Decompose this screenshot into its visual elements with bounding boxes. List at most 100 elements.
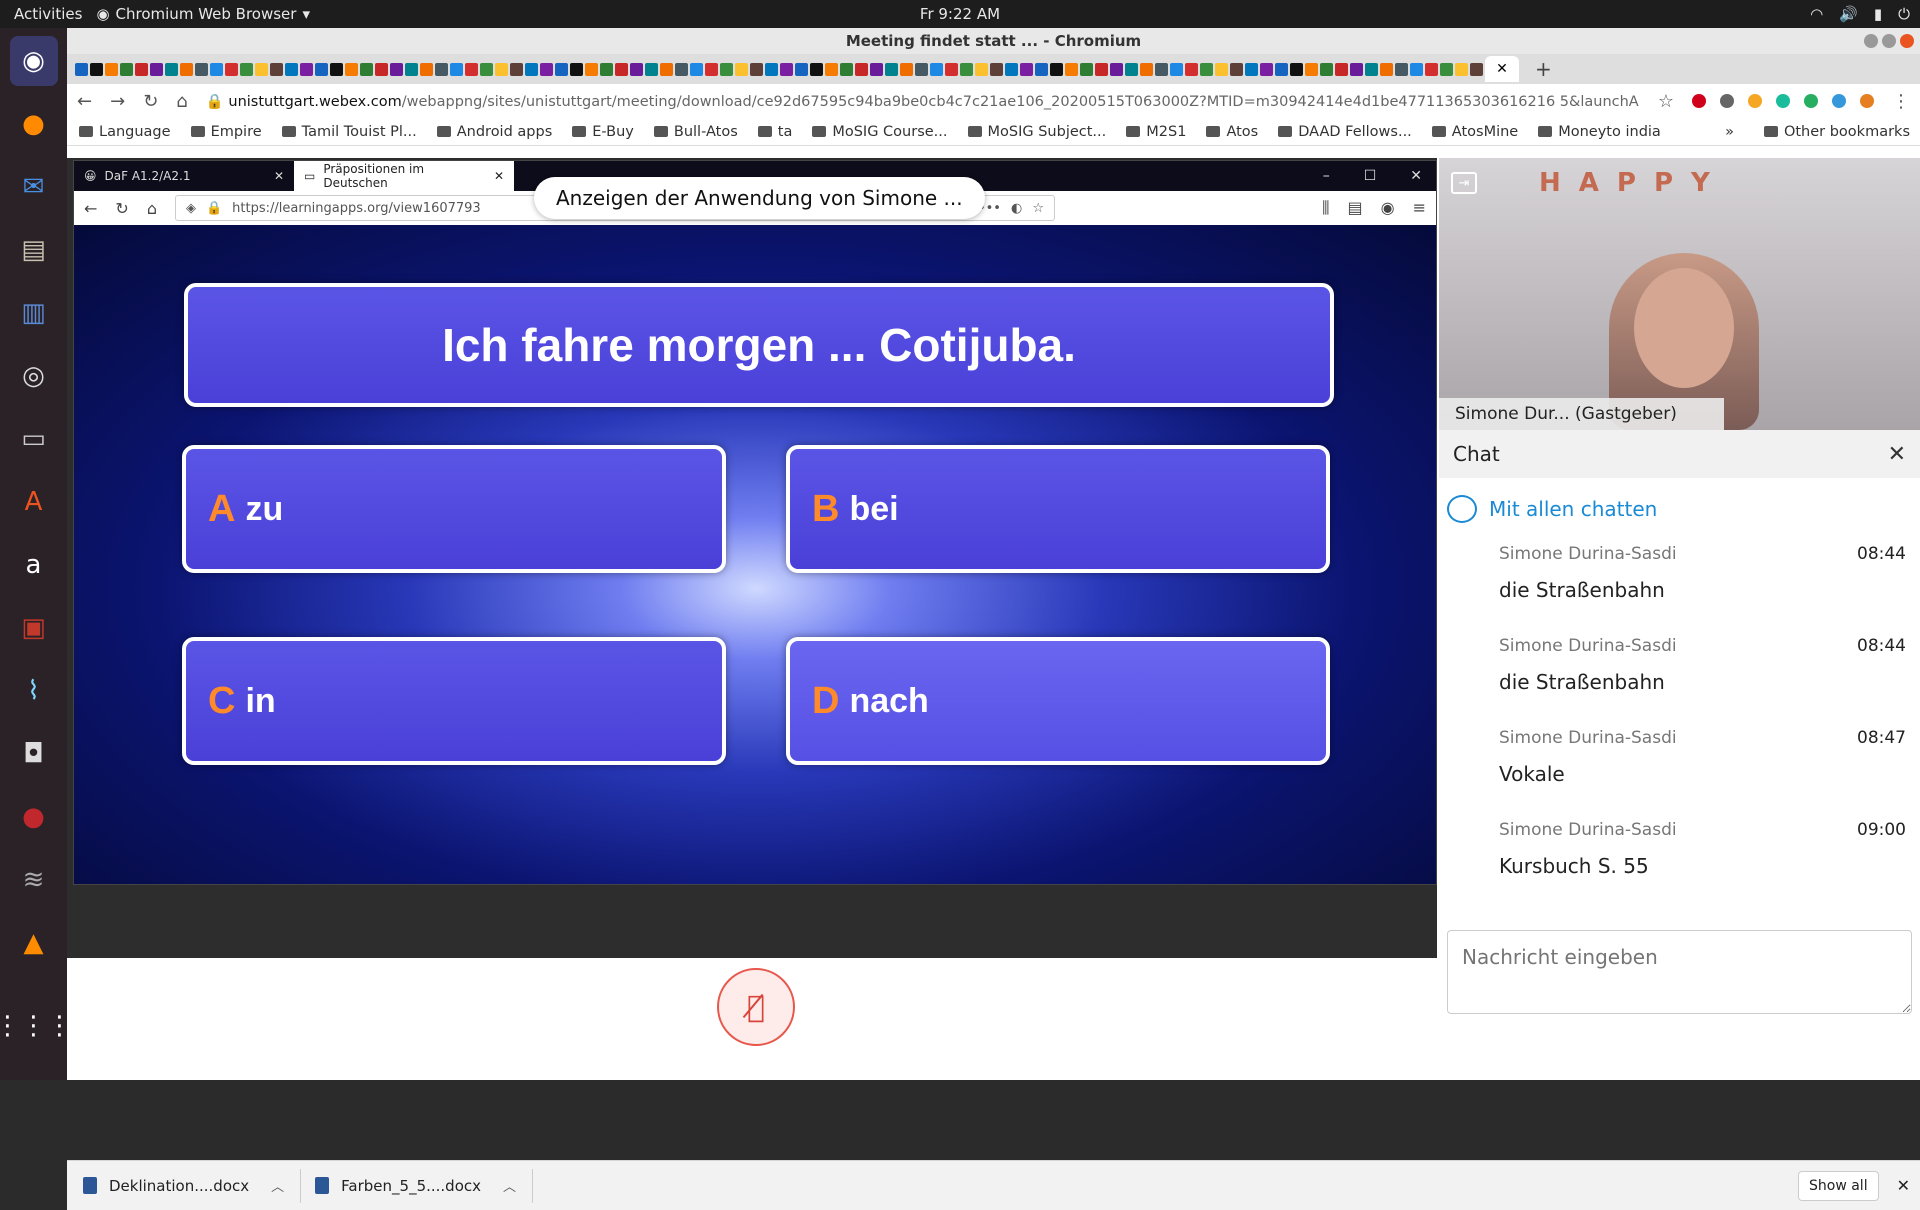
tab-favicon[interactable] [1200, 62, 1213, 76]
close-icon[interactable]: ✕ [1888, 442, 1906, 467]
more-bookmarks-button[interactable]: » [1725, 124, 1734, 140]
maximize-button[interactable] [1882, 34, 1896, 48]
activities-button[interactable]: Activities [0, 5, 96, 23]
tab-favicon[interactable] [525, 62, 538, 76]
collapse-icon[interactable]: ⇥ [1451, 172, 1477, 194]
tab-favicon[interactable] [690, 62, 703, 76]
remote-desktop-icon[interactable]: ▣ [10, 603, 58, 653]
pocket-icon[interactable]: ◐ [1011, 201, 1022, 216]
writer-icon[interactable]: ▥ [10, 288, 58, 338]
tab-favicon[interactable] [1410, 62, 1423, 76]
reload-icon[interactable]: ↻ [115, 199, 128, 218]
tab-favicon[interactable] [285, 62, 298, 76]
vm-icon[interactable]: ≋ [10, 855, 58, 905]
bookmark-item[interactable]: Android apps [436, 124, 552, 140]
show-apps-icon[interactable]: ⋮⋮⋮ [0, 1001, 73, 1051]
download-item[interactable]: Farben_5_5....docx ︿ [315, 1168, 534, 1203]
new-tab-button[interactable]: + [1535, 57, 1552, 81]
tab-favicon[interactable] [90, 62, 103, 76]
extension-icon[interactable] [1776, 94, 1790, 108]
tab-favicon[interactable] [330, 62, 343, 76]
tab-favicon[interactable] [150, 62, 163, 76]
tab-favicon[interactable] [1125, 62, 1138, 76]
bookmark-item[interactable]: AtosMine [1431, 124, 1518, 140]
bookmark-item[interactable]: MoSIG Subject... [967, 124, 1106, 140]
tab-favicon[interactable] [1275, 62, 1288, 76]
bookmark-item[interactable]: Empire [190, 124, 262, 140]
bookmark-item[interactable]: Moneyto india [1538, 124, 1661, 140]
avatar[interactable] [1860, 94, 1874, 108]
vlc-icon[interactable]: ▲ [10, 918, 58, 968]
tab-favicon[interactable] [660, 62, 673, 76]
tab-favicon[interactable] [1425, 62, 1438, 76]
bookmark-item[interactable]: MoSIG Course... [812, 124, 948, 140]
tab-favicon[interactable] [1395, 62, 1408, 76]
tab-favicon[interactable] [270, 62, 283, 76]
bookmark-item[interactable]: Tamil Touist Pl... [281, 124, 417, 140]
tab-favicon[interactable] [1350, 62, 1363, 76]
account-icon[interactable]: ◉ [1381, 198, 1395, 218]
minimize-icon[interactable]: – [1323, 168, 1330, 184]
tab-favicon[interactable] [510, 62, 523, 76]
tab-favicon[interactable] [210, 62, 223, 76]
download-item[interactable]: Deklination....docx ︿ [83, 1168, 302, 1203]
tab-favicon[interactable] [420, 62, 433, 76]
tab-favicon[interactable] [540, 62, 553, 76]
tab-favicon[interactable] [600, 62, 613, 76]
system-tray[interactable]: ◠ 🔊 ▮ ⏻ [1810, 5, 1910, 23]
back-icon[interactable]: ← [84, 199, 97, 218]
tab-favicon[interactable] [180, 62, 193, 76]
chevron-up-icon[interactable]: ︿ [271, 1176, 284, 1195]
extension-icon[interactable] [1748, 94, 1762, 108]
tab-favicon[interactable] [1005, 62, 1018, 76]
tab-favicon[interactable] [885, 62, 898, 76]
tab-favicon[interactable] [900, 62, 913, 76]
tab-favicon[interactable] [255, 62, 268, 76]
tab-favicon[interactable] [855, 62, 868, 76]
address-bar[interactable]: 🔒 unistuttgart.webex.com/webappng/sites/… [206, 93, 1640, 110]
close-icon[interactable]: ✕ [494, 169, 504, 183]
sidebar-icon[interactable]: ▤ [1348, 198, 1363, 218]
close-icon[interactable]: ✕ [1410, 168, 1422, 184]
tab-favicon[interactable] [555, 62, 568, 76]
active-tab-close-icon[interactable]: ✕ [1485, 56, 1519, 82]
chromium-icon[interactable]: ◉ [9, 36, 58, 86]
tab-favicon[interactable] [1110, 62, 1123, 76]
tab-favicon[interactable] [645, 62, 658, 76]
firefox-icon[interactable]: ● [10, 99, 58, 149]
app-menu[interactable]: ◉ Chromium Web Browser ▾ [96, 5, 310, 23]
extension-icon[interactable] [1832, 94, 1846, 108]
tab-favicon[interactable] [1155, 62, 1168, 76]
show-all-button[interactable]: Show all [1798, 1170, 1879, 1201]
tab-favicon[interactable] [1035, 62, 1048, 76]
tab-favicon[interactable] [450, 62, 463, 76]
adblock-icon[interactable] [1692, 94, 1706, 108]
answer-d-button[interactable]: D nach [786, 637, 1330, 765]
tab-favicon[interactable] [1095, 62, 1108, 76]
tab-favicon[interactable] [1065, 62, 1078, 76]
tab-favicon[interactable] [825, 62, 838, 76]
tab-favicon[interactable] [1455, 62, 1468, 76]
bookmark-item[interactable]: Language [79, 124, 171, 140]
camera-icon[interactable]: ◘ [10, 729, 58, 779]
tab-favicon[interactable] [135, 62, 148, 76]
tab-favicon[interactable] [990, 62, 1003, 76]
menu-icon[interactable]: ≡ [1413, 198, 1426, 218]
tab-favicon[interactable] [1020, 62, 1033, 76]
tab-favicon[interactable] [165, 62, 178, 76]
tab-favicon[interactable] [735, 62, 748, 76]
tab-favicon[interactable] [1335, 62, 1348, 76]
tab-favicon[interactable] [1050, 62, 1063, 76]
bookmark-item[interactable]: Atos [1206, 124, 1258, 140]
tab-favicon[interactable] [345, 62, 358, 76]
answer-a-button[interactable]: A zu [182, 445, 726, 573]
tab-favicon[interactable] [1470, 62, 1483, 76]
star-icon[interactable]: ☆ [1032, 201, 1044, 216]
library-icon[interactable]: ⫼ [1322, 198, 1329, 218]
tab-favicon[interactable] [960, 62, 973, 76]
menu-icon[interactable]: ⋮ [1892, 91, 1910, 112]
tab-favicon[interactable] [720, 62, 733, 76]
tab-favicon[interactable] [1230, 62, 1243, 76]
tab-favicon[interactable] [1245, 62, 1258, 76]
tab-favicon[interactable] [675, 62, 688, 76]
